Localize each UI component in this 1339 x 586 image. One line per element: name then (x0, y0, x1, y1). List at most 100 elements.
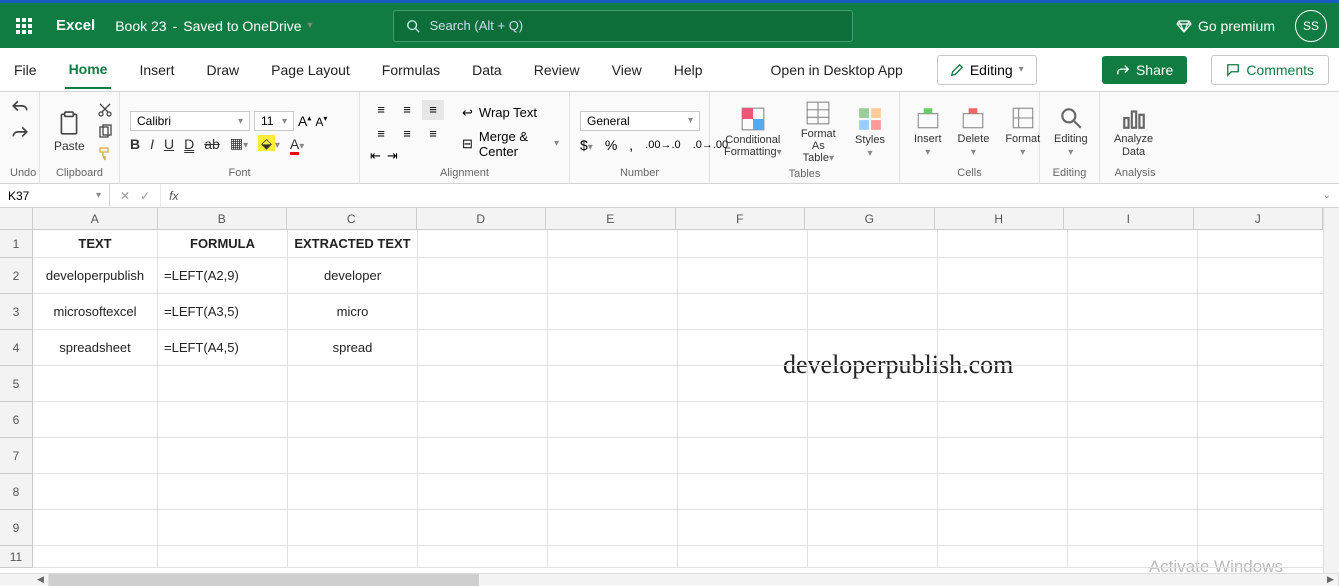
cell-E1[interactable] (548, 230, 678, 258)
currency-button[interactable]: $▾ (580, 137, 593, 153)
tab-file[interactable]: File (10, 52, 41, 88)
cell-B11[interactable] (158, 546, 288, 568)
cell-G2[interactable] (808, 258, 938, 294)
tab-review[interactable]: Review (530, 52, 584, 88)
row-header-9[interactable]: 9 (0, 510, 33, 546)
increase-indent-icon[interactable]: ⇥ (387, 148, 398, 164)
row-header-8[interactable]: 8 (0, 474, 33, 510)
cell-I7[interactable] (1068, 438, 1198, 474)
document-name[interactable]: Book 23 - Saved to OneDrive ▾ (115, 18, 312, 34)
cell-D6[interactable] (418, 402, 548, 438)
cut-icon[interactable] (97, 102, 113, 118)
cell-J7[interactable] (1198, 438, 1323, 474)
cell-C3[interactable]: micro (288, 294, 418, 330)
cell-E6[interactable] (548, 402, 678, 438)
tab-insert[interactable]: Insert (135, 52, 178, 88)
cell-H4[interactable] (938, 330, 1068, 366)
align-center-icon[interactable]: ≡ (396, 124, 418, 144)
bold-button[interactable]: B (130, 136, 140, 152)
app-launcher-icon[interactable] (12, 14, 36, 38)
column-header-G[interactable]: G (805, 208, 935, 230)
cell-A2[interactable]: developerpublish (33, 258, 158, 294)
cell-C5[interactable] (288, 366, 418, 402)
cell-I5[interactable] (1068, 366, 1198, 402)
cell-I8[interactable] (1068, 474, 1198, 510)
cell-J9[interactable] (1198, 510, 1323, 546)
merge-center-button[interactable]: ⊟Merge & Center▾ (462, 129, 559, 159)
column-header-A[interactable]: A (33, 208, 158, 230)
cell-styles-button[interactable]: Styles▾ (851, 104, 889, 161)
cell-E11[interactable] (548, 546, 678, 568)
cell-F1[interactable] (678, 230, 808, 258)
cell-D1[interactable] (418, 230, 548, 258)
cell-G11[interactable] (808, 546, 938, 568)
cell-J2[interactable] (1198, 258, 1323, 294)
analyze-data-button[interactable]: AnalyzeData (1110, 103, 1157, 159)
cell-J3[interactable] (1198, 294, 1323, 330)
cell-E5[interactable] (548, 366, 678, 402)
cell-F5[interactable] (678, 366, 808, 402)
decrease-indent-icon[interactable]: ⇤ (370, 148, 381, 164)
expand-formula-bar-icon[interactable]: ⌄ (1315, 190, 1339, 201)
borders-button[interactable]: ▦▾ (230, 135, 248, 152)
cell-C2[interactable]: developer (288, 258, 418, 294)
column-header-J[interactable]: J (1194, 208, 1323, 230)
share-button[interactable]: Share (1102, 56, 1187, 84)
cell-J4[interactable] (1198, 330, 1323, 366)
font-size-combo[interactable]: 11▾ (254, 111, 294, 131)
horizontal-scrollbar[interactable]: ◀ ▶ (0, 573, 1339, 585)
double-underline-button[interactable]: D (184, 136, 194, 152)
font-name-combo[interactable]: Calibri▾ (130, 111, 250, 131)
cell-F4[interactable] (678, 330, 808, 366)
cell-D5[interactable] (418, 366, 548, 402)
strike-button[interactable]: ab (204, 136, 220, 152)
italic-button[interactable]: I (150, 136, 154, 152)
tab-page-layout[interactable]: Page Layout (267, 52, 354, 88)
conditional-formatting-button[interactable]: ConditionalFormatting▾ (720, 104, 786, 160)
cell-I9[interactable] (1068, 510, 1198, 546)
row-header-3[interactable]: 3 (0, 294, 33, 330)
cell-G6[interactable] (808, 402, 938, 438)
cell-G4[interactable] (808, 330, 938, 366)
cell-B2[interactable]: =LEFT(A2,9) (158, 258, 288, 294)
cell-B1[interactable]: FORMULA (158, 230, 288, 258)
paste-button[interactable]: Paste (50, 109, 89, 155)
accept-formula-icon[interactable]: ✓ (140, 189, 150, 203)
column-header-D[interactable]: D (417, 208, 547, 230)
cancel-formula-icon[interactable]: ✕ (120, 189, 130, 203)
comments-button[interactable]: Comments (1211, 55, 1329, 85)
cell-J11[interactable] (1198, 546, 1323, 568)
cell-G1[interactable] (808, 230, 938, 258)
tab-formulas[interactable]: Formulas (378, 52, 444, 88)
cell-B5[interactable] (158, 366, 288, 402)
cell-A5[interactable] (33, 366, 158, 402)
cell-D2[interactable] (418, 258, 548, 294)
insert-cells-button[interactable]: Insert▾ (910, 103, 946, 160)
scroll-left-icon[interactable]: ◀ (33, 574, 49, 586)
cell-F9[interactable] (678, 510, 808, 546)
row-header-5[interactable]: 5 (0, 366, 33, 402)
select-all-corner[interactable] (0, 208, 33, 230)
cell-C9[interactable] (288, 510, 418, 546)
cell-D11[interactable] (418, 546, 548, 568)
cell-H6[interactable] (938, 402, 1068, 438)
cell-H7[interactable] (938, 438, 1068, 474)
editing-group-button[interactable]: Editing▾ (1050, 103, 1092, 160)
cell-C1[interactable]: EXTRACTED TEXT (288, 230, 418, 258)
cell-J8[interactable] (1198, 474, 1323, 510)
cell-I3[interactable] (1068, 294, 1198, 330)
cell-B9[interactable] (158, 510, 288, 546)
open-desktop-app[interactable]: Open in Desktop App (761, 56, 913, 84)
cell-C7[interactable] (288, 438, 418, 474)
fill-color-button[interactable]: ⬙▾ (258, 135, 280, 152)
cell-D9[interactable] (418, 510, 548, 546)
row-header-4[interactable]: 4 (0, 330, 33, 366)
fx-icon[interactable]: fx (161, 189, 186, 203)
vertical-scrollbar[interactable] (1323, 208, 1339, 573)
cell-A8[interactable] (33, 474, 158, 510)
cell-B4[interactable]: =LEFT(A4,5) (158, 330, 288, 366)
cell-B8[interactable] (158, 474, 288, 510)
row-header-1[interactable]: 1 (0, 230, 33, 258)
shrink-font-icon[interactable]: A▾ (315, 114, 327, 129)
cell-I6[interactable] (1068, 402, 1198, 438)
